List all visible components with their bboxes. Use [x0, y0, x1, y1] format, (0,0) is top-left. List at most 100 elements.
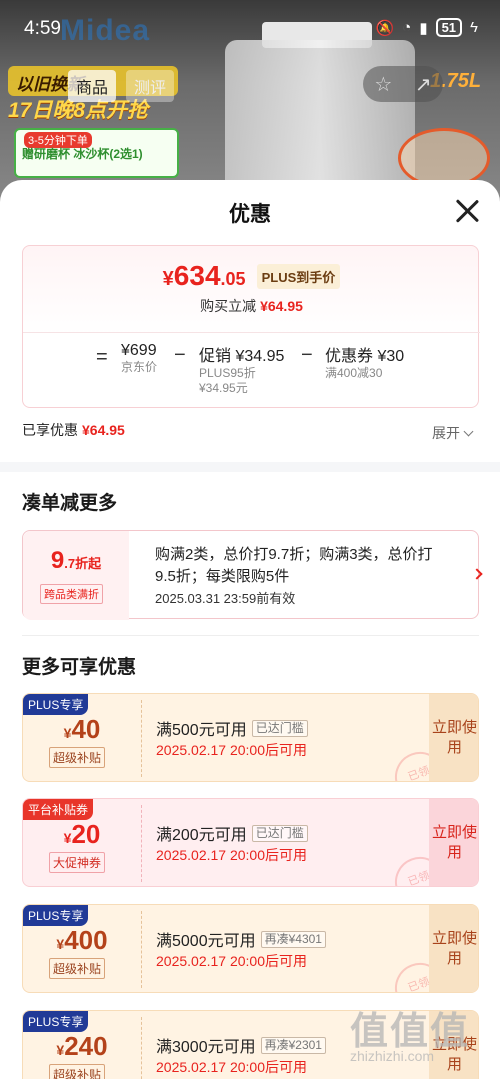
coupon-condition: 满200元可用 已达门槛: [156, 821, 308, 845]
coupon-amount-value: 240: [64, 1031, 108, 1061]
coupon-discount-note: 满400减30: [325, 366, 383, 380]
combo-section-title: 凑单减更多: [22, 493, 118, 514]
jd-price: ¥699 京东价: [121, 342, 157, 375]
combo-description: 购满2类，总价打9.7折；购满3类，总价打9.5折；每类限购5件: [155, 546, 433, 585]
coupon-valid-time: 2025.02.17 20:00后可用: [156, 847, 307, 863]
jd-price-value: ¥699: [121, 342, 157, 359]
mute-icon: 🔕: [375, 19, 395, 37]
final-price-decimal: .05: [220, 269, 246, 289]
coupon-badge: PLUS专享: [23, 694, 89, 715]
combo-discount-sub: .7折起: [64, 556, 102, 571]
combo-discount-main: 9: [50, 547, 65, 574]
instant-discount-value: ¥64.95: [260, 298, 303, 314]
promo-discount-amount: ¥34.95元: [199, 381, 248, 395]
combo-discount: 9.7折起: [23, 547, 129, 575]
promo-gift-tag: 3-5分钟下单: [24, 132, 92, 148]
coupon-valid-time: 2025.02.17 20:00后可用: [156, 953, 307, 969]
final-price-row: ¥634.05 PLUS到手价: [23, 260, 480, 292]
coupon-amount: ¥240: [23, 1031, 141, 1062]
coupon-discount: 优惠券 ¥30 满400减30: [325, 342, 404, 381]
instant-discount: 购买立减 ¥64.95: [23, 296, 480, 316]
promo-gift-text: 赠研磨杯 冰沙杯(2选1): [22, 147, 143, 161]
combo-expiry: 2025.03.31 23:59前有效: [155, 591, 296, 606]
favorite-icon[interactable]: ☆: [374, 72, 392, 96]
share-icon[interactable]: ↗: [415, 72, 432, 96]
site-watermark: 值值值 zhizhizhi.com: [350, 1000, 490, 1076]
status-bar: 4:59 🔕 ◔ ▮ 51 ϟ: [0, 0, 500, 54]
plus-price-badge: PLUS到手价: [256, 263, 341, 289]
chevron-down-icon: [463, 426, 474, 437]
coupon-threshold-state: 再凑¥2301: [260, 1036, 326, 1054]
chevron-right-icon: [471, 568, 483, 580]
wifi-icon: ◔: [402, 19, 412, 36]
coupon-badge: PLUS专享: [23, 905, 89, 926]
coupon-tag: 超级补贴: [49, 958, 106, 979]
watermark-url: zhizhizhi.com: [350, 1048, 435, 1064]
use-now-button[interactable]: 立即使用: [429, 799, 478, 886]
coupon-tag: 超级补贴: [49, 747, 106, 768]
coupon-valid-time: 2025.02.17 20:00后可用: [156, 1059, 307, 1075]
more-section-title: 更多可享优惠: [22, 657, 137, 678]
top-action-buttons: ☆ ↗: [363, 66, 443, 102]
section-gap: [0, 462, 500, 472]
expand-label: 展开: [432, 425, 460, 441]
coupon-condition: 满5000元可用 再凑¥4301: [156, 927, 326, 951]
coupon-perforation: [141, 911, 142, 988]
tab-product[interactable]: 商品: [68, 70, 117, 102]
coupon-discount-value: 优惠券 ¥30: [325, 348, 405, 365]
enjoyed-value: ¥64.95: [82, 422, 125, 438]
discount-sheet: 优惠 ¥634.05 PLUS到手价 购买立减 ¥64.95 = ¥699 京东价…: [0, 180, 500, 1079]
coupon-amount: ¥20: [23, 819, 141, 850]
instant-discount-label: 购买立减: [200, 298, 257, 314]
coupon-condition-text: 满5000元可用: [156, 933, 256, 950]
coupon-badge: PLUS专享: [23, 1011, 89, 1032]
product-image: [225, 40, 415, 200]
coupon-perforation: [141, 700, 142, 777]
coupon-amount-value: 20: [71, 819, 101, 849]
coupon-tag: 超级补贴: [49, 1064, 106, 1079]
coupon-condition-text: 满200元可用: [156, 827, 247, 844]
signal-icon: ▮: [419, 19, 428, 37]
use-now-button[interactable]: 立即使用: [429, 694, 478, 781]
promo-gift-box: 3-5分钟下单 赠研磨杯 冰沙杯(2选1): [14, 128, 179, 178]
final-price: ¥634.05: [163, 260, 246, 292]
enjoyed-discount: 已享优惠 ¥64.95: [22, 420, 125, 440]
tab-review[interactable]: 测评: [126, 70, 175, 102]
promo-discount-note: PLUS95折: [199, 366, 256, 380]
expand-button[interactable]: 展开: [432, 423, 474, 443]
coupon-condition: 满500元可用 已达门槛: [156, 716, 308, 740]
coupon-condition: 满3000元可用 再凑¥2301: [156, 1033, 326, 1057]
use-now-button[interactable]: 立即使用: [429, 905, 478, 992]
equals-sign: =: [96, 346, 108, 368]
status-time: 4:59: [24, 18, 61, 39]
price-breakdown: ¥634.05 PLUS到手价 购买立减 ¥64.95 = ¥699 京东价 − …: [22, 245, 480, 408]
coupon-badge: 平台补贴券: [23, 799, 94, 820]
coupon-amount-value: 400: [64, 925, 108, 955]
combo-tag: 跨品类满折: [40, 584, 103, 604]
coupon-tag: 大促神券: [49, 852, 106, 873]
blade-image: [398, 128, 490, 188]
minus-sign: −: [301, 344, 313, 366]
enjoyed-label: 已享优惠: [22, 422, 78, 438]
charging-icon: ϟ: [470, 19, 478, 36]
close-icon[interactable]: [454, 198, 480, 224]
coupon-condition-text: 满500元可用: [156, 722, 247, 739]
minus-sign: −: [174, 344, 186, 366]
jd-price-label: 京东价: [121, 360, 158, 374]
divider: [22, 635, 479, 636]
promo-discount: 促销 ¥34.95 PLUS95折 ¥34.95元: [199, 342, 284, 396]
product-nav-tabs: 商品 测评: [68, 70, 175, 102]
coupon-perforation: [141, 805, 142, 882]
coupon-threshold-state: 再凑¥4301: [260, 930, 326, 948]
final-price-integer: 634: [173, 260, 221, 291]
watermark-logo: 值值值: [350, 1011, 471, 1053]
status-icons: 🔕 ◔ ▮ 51 ϟ: [376, 18, 478, 37]
final-price-currency: ¥: [162, 268, 174, 290]
combo-offer-card[interactable]: 9.7折起 跨品类满折 购满2类，总价打9.7折；购满3类，总价打9.5折；每类…: [22, 530, 483, 620]
price-divider: [23, 332, 480, 333]
sheet-title: 优惠: [229, 203, 271, 226]
coupon-amount: ¥400: [23, 925, 141, 956]
coupon-amount: ¥40: [23, 714, 141, 745]
coupon-amount-value: 40: [71, 714, 101, 744]
coupon-valid-time: 2025.02.17 20:00后可用: [156, 742, 307, 758]
